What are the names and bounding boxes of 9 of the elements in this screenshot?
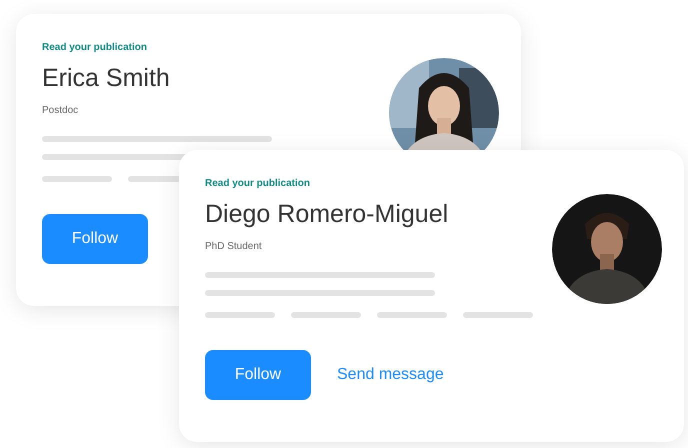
eyebrow-label: Read your publication xyxy=(205,177,312,191)
profile-role: PhD Student xyxy=(205,240,263,254)
follow-button[interactable]: Follow xyxy=(205,350,311,400)
profile-name: Diego Romero-Miguel xyxy=(205,199,450,229)
profile-name: Erica Smith xyxy=(42,63,171,93)
follow-button[interactable]: Follow xyxy=(42,214,148,264)
send-message-link[interactable]: Send message xyxy=(337,363,444,387)
profile-role: Postdoc xyxy=(42,104,80,118)
eyebrow-label: Read your publication xyxy=(42,41,148,55)
